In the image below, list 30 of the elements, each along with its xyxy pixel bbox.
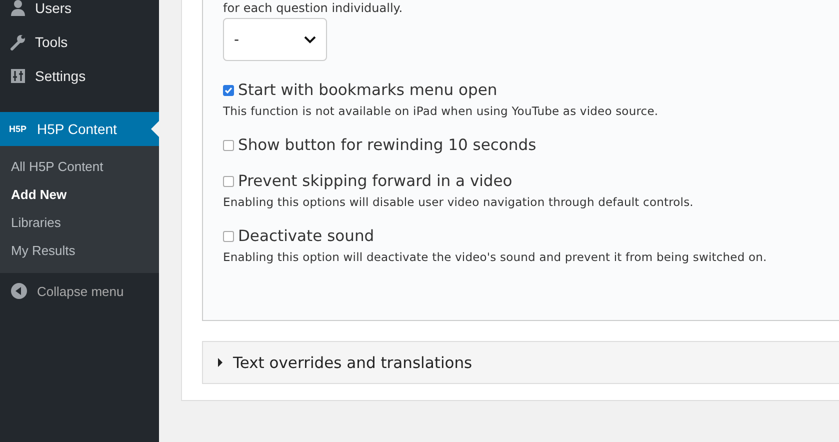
menu-item[interactable]: Tools [0, 25, 159, 59]
submenu-item[interactable]: Libraries [0, 209, 72, 237]
submenu-item[interactable]: My Results [0, 237, 86, 265]
option-description: Enabling this option will deactivate the video's sound and prevent it from being switched on. [223, 250, 768, 264]
caret-icon [217, 358, 223, 367]
collapse-icon [10, 282, 28, 300]
help-text: for each question individually. [223, 0, 404, 15]
checkbox[interactable] [223, 176, 234, 186]
select-field[interactable]: - [223, 18, 327, 61]
checkbox[interactable] [223, 140, 234, 150]
submenu-item[interactable]: All H5P Content [0, 153, 114, 181]
option-description: This function is not available on iPad when using YouTube as video source. [223, 104, 660, 118]
option-description: Enabling this options will disable user video navigation through default controls. [223, 195, 694, 209]
menu-item[interactable]: H5P H5P Content [0, 112, 159, 146]
submenu-item[interactable]: Add New [0, 181, 78, 209]
settings-icon [9, 67, 27, 85]
collapse-menu-button[interactable]: Collapse menu [0, 273, 159, 309]
option-label: Prevent skipping forward in a video [238, 172, 512, 190]
collapsible-group-header[interactable]: Text overrides and translations [202, 341, 839, 384]
menu-item[interactable]: Settings [0, 59, 159, 93]
menu-item[interactable]: Users [0, 0, 159, 25]
checkbox[interactable] [223, 84, 234, 96]
checkbox[interactable] [223, 230, 234, 242]
option-label: Start with bookmarks menu open [238, 81, 498, 99]
wrench-icon [9, 33, 27, 51]
option-label: Deactivate sound [238, 227, 374, 245]
chevron-icon [304, 36, 316, 44]
h5p-logo-icon: H5P [9, 124, 29, 134]
user-icon [9, 0, 27, 17]
option-label: Show button for rewinding 10 seconds [238, 136, 536, 154]
